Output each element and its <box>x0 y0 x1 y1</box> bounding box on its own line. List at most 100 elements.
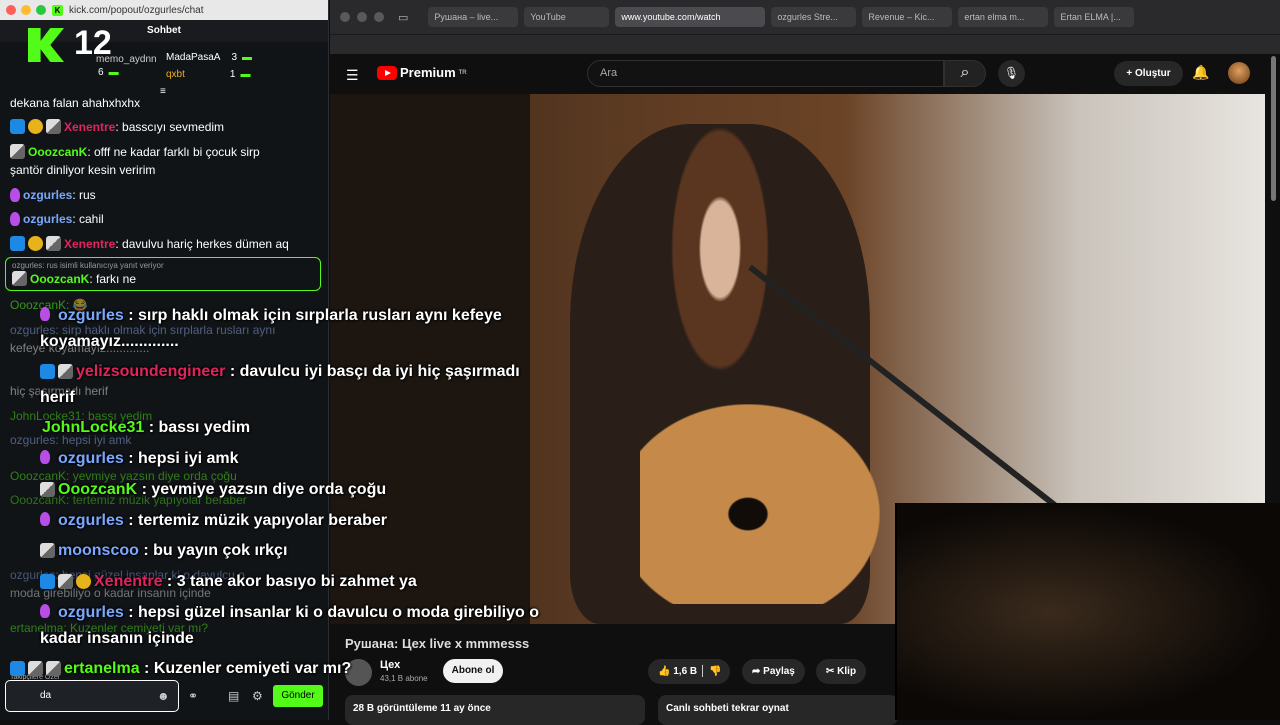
kick-logo-icon <box>28 28 64 62</box>
browser-tab[interactable]: Ertan ELMA |... <box>1054 7 1135 27</box>
menu-hamburger-icon[interactable]: ☰ <box>346 67 359 84</box>
user-badge-icon <box>46 119 61 134</box>
video-background <box>330 94 530 624</box>
subscriber-badge-icon <box>28 119 43 134</box>
moderator-badge-icon <box>10 661 25 676</box>
browser-tab[interactable]: Рушана – live... <box>428 7 519 27</box>
rewards-icon[interactable]: ⚭ <box>188 689 198 703</box>
clip-button[interactable]: ✂ Klip <box>816 659 867 684</box>
moderator-badge-icon <box>10 119 25 134</box>
leaderboard-entry[interactable]: qxbt 1 ▬ <box>166 69 250 80</box>
browser-tab[interactable]: ertan elma m... <box>958 7 1049 27</box>
overlay-chat-continuation: koyamayız............. <box>40 333 179 350</box>
like-button[interactable]: 👍 1,6 B │ 👎 <box>648 659 730 684</box>
browser-tab[interactable]: ozgurles Stre... <box>771 7 857 27</box>
browser-tab-bar: ▭ Рушана – live... YouTube www.youtube.c… <box>330 0 1280 34</box>
overlay-chat-message: JohnLocke31 : bassı yedim <box>42 419 251 436</box>
notifications-bell-icon[interactable]: 🔔 <box>1192 64 1209 81</box>
search-input[interactable]: Ara <box>587 60 944 87</box>
mic-icon: 🎙 <box>1003 66 1020 80</box>
browser-tab-active[interactable]: www.youtube.com/watch <box>615 7 766 27</box>
minimize-window-button[interactable] <box>21 5 31 15</box>
webcam-overlay <box>895 503 1280 720</box>
window-url: kick.com/popout/ozgurles/chat <box>69 4 204 16</box>
channel-subscriber-count: 43,1 B abone <box>380 674 428 683</box>
user-badge-icon <box>58 364 73 379</box>
pin-icon[interactable]: ≡ <box>160 86 166 97</box>
overlay-chat-message: yelizsoundengineer : davulcu iyi basçı d… <box>40 361 520 383</box>
user-badge-icon <box>12 271 27 286</box>
search-button[interactable]: ⌕ <box>944 60 986 87</box>
mic-badge-icon <box>10 188 20 202</box>
youtube-premium-logo[interactable]: Premium TR <box>377 65 467 80</box>
emoji-icon[interactable]: ☻ <box>157 689 170 703</box>
youtube-play-icon <box>377 65 397 80</box>
browser-tab[interactable]: Revenue – Kic... <box>862 7 953 27</box>
subscriber-badge-icon <box>28 236 43 251</box>
user-badge-icon <box>28 661 43 676</box>
leaderboard-count: 6 ▬ <box>98 67 119 78</box>
overlay-chat-message: ozgurles : hepsi güzel insanlar ki o dav… <box>40 602 539 624</box>
overlay-chat-message: Xenentre : 3 tane akor basıyo bi zahmet … <box>40 571 417 593</box>
leaderboard: 12 memo_aydnn 6 ▬ MadaPasaA 3 ▬ qxbt 1 ▬ ≡ <box>0 24 328 97</box>
send-button[interactable]: Gönder <box>273 685 323 707</box>
zoom-window-button[interactable] <box>374 12 384 22</box>
youtube-header: ☰ Premium TR Ara ⌕ 🎙 + Oluştur 🔔 <box>330 54 1280 94</box>
mic-badge-icon <box>40 604 50 618</box>
search-icon: ⌕ <box>960 64 970 81</box>
overlay-chat-continuation: herif <box>40 389 75 406</box>
share-button[interactable]: ➦ Paylaş <box>742 659 805 684</box>
kick-favicon-icon: K <box>52 4 63 16</box>
thumbs-up-icon: 👍 <box>658 666 671 677</box>
share-icon: ➦ <box>752 666 761 677</box>
overlay-chat-continuation: kadar insanın içinde <box>40 630 194 647</box>
overlay-chat-message: moonscoo : bu yayın çok ırkçı <box>40 540 287 562</box>
moderator-badge-icon <box>40 364 55 379</box>
reply-message[interactable]: ozgurles: rus isimli kullanıcıya yanıt v… <box>5 257 321 291</box>
settings-gear-icon[interactable]: ⚙ <box>252 689 263 703</box>
leaderboard-entry[interactable]: MadaPasaA 3 ▬ <box>166 52 252 63</box>
user-badge-icon <box>46 661 61 676</box>
overlay-chat-message: ozgurles : sırp haklı olmak için sırplar… <box>40 305 502 327</box>
user-badge-icon <box>46 236 61 251</box>
moderator-badge-icon <box>10 236 25 251</box>
moderator-badge-icon <box>40 574 55 589</box>
leaderboard-entry[interactable]: memo_aydnn <box>96 54 157 65</box>
mic-badge-icon <box>10 212 20 226</box>
browser-tab[interactable]: YouTube <box>524 7 610 27</box>
minimize-window-button[interactable] <box>357 12 367 22</box>
channel-name[interactable]: Цех <box>380 659 400 671</box>
chat-message[interactable]: Xenentre: davulvu hariç herkes dümen aq <box>10 235 289 253</box>
user-badge-icon <box>40 543 55 558</box>
close-window-button[interactable] <box>340 12 350 22</box>
create-button[interactable]: + Oluştur <box>1114 61 1183 86</box>
sidebar-toggle-icon[interactable]: ▭ <box>398 11 408 24</box>
reply-body: OoozcanK: farkı ne <box>12 271 136 286</box>
chat-message[interactable]: ozgurles: cahil <box>10 210 104 228</box>
live-chat-replay[interactable]: Canlı sohbeti tekrar oynat <box>658 695 898 725</box>
overlay-chat-message: ozgurles : tertemiz müzik yapıyolar bera… <box>40 510 387 532</box>
overlay-chat-message: OoozcanK : yevmiye yazsın diye orda çoğu <box>40 479 386 501</box>
account-avatar[interactable] <box>1228 62 1250 84</box>
overlay-chat-message: ozgurles : hepsi iyi amk <box>40 448 239 470</box>
chat-message-input[interactable]: da <box>5 680 179 712</box>
mic-badge-icon <box>40 307 50 321</box>
subscribe-button[interactable]: Abone ol <box>443 659 503 683</box>
voice-search-button[interactable]: 🎙 <box>998 60 1025 87</box>
chat-message[interactable]: OoozcanK: offf ne kadar farklı bi çocuk … <box>10 143 260 161</box>
video-description[interactable]: 28 B görüntüleme 11 ay önce <box>345 695 645 725</box>
mic-badge-icon <box>40 512 50 526</box>
scissors-icon: ✂ <box>826 666 835 677</box>
chat-message[interactable]: ozgurles: rus <box>10 186 96 204</box>
zoom-window-button[interactable] <box>36 5 46 15</box>
favorites-bar <box>330 34 1280 54</box>
video-title: Рушана: Цех live x mmmesss <box>345 636 530 651</box>
store-icon[interactable]: ▤ <box>228 689 239 703</box>
page-scrollbar[interactable] <box>1271 56 1276 201</box>
overlay-chat-message: ertanelma : Kuzenler cemiyeti var mı? <box>10 658 351 680</box>
chat-message[interactable]: dekana falan ahahxhxhx <box>10 94 140 112</box>
chat-message[interactable]: Xenentre: basscıyı sevmedim <box>10 118 224 136</box>
subscriber-badge-icon <box>76 574 91 589</box>
close-window-button[interactable] <box>6 5 16 15</box>
user-badge-icon <box>40 482 55 497</box>
